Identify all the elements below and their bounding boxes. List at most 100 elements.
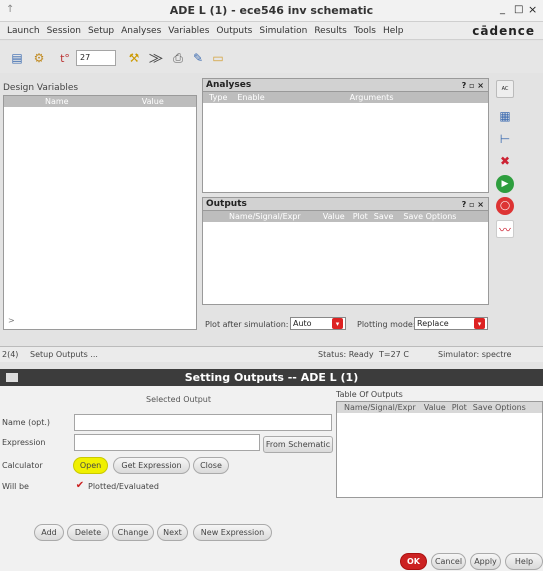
name-label: Name (opt.) [2, 418, 51, 427]
close-icon[interactable]: × [528, 3, 537, 16]
delete-button[interactable]: Delete [67, 524, 109, 541]
from-schematic-button[interactable]: From Schematic [263, 436, 333, 453]
print-icon[interactable]: ⎙ [169, 49, 187, 67]
plotting-mode-select[interactable]: Replace ▾ [414, 317, 488, 330]
dropdown-arrow-icon: ▾ [474, 318, 485, 329]
menu-help[interactable]: Help [383, 26, 404, 36]
table-scroll-arrow[interactable]: > [8, 316, 15, 325]
status-simulator: Simulator: spectre [438, 350, 512, 359]
minimize-icon[interactable]: _ [500, 4, 505, 15]
design-variables-table: Name Value > [3, 95, 197, 330]
design-variables-panel: Design Variables Name Value > [3, 79, 199, 332]
plotting-mode-label: Plotting mode: [357, 320, 416, 329]
status-message: Setup Outputs ... [30, 350, 98, 359]
selected-output-label: Selected Output [146, 395, 212, 404]
new-expression-button[interactable]: New Expression [193, 524, 272, 541]
table-of-outputs-label: Table Of Outputs [336, 390, 403, 399]
analyses-title: Analyses [206, 80, 252, 90]
dialog-title: Setting Outputs -- ADE L (1) [184, 371, 359, 384]
waveform-icon[interactable]: 〰 [496, 220, 514, 238]
plot-after-simulation-label: Plot after simulation: [205, 320, 289, 329]
menu-results[interactable]: Results [314, 26, 347, 36]
column-save-options[interactable]: Save Options [473, 403, 526, 412]
open-design-icon[interactable]: ▤ [8, 49, 26, 67]
outputs-columns: Name/Signal/Expr Value Plot Save Save Op… [203, 211, 488, 222]
column-enable[interactable]: Enable [237, 93, 264, 102]
menu-analyses[interactable]: Analyses [121, 26, 161, 36]
ok-button[interactable]: OK [400, 553, 427, 570]
menu-launch[interactable]: Launch [7, 26, 40, 36]
temperature-input[interactable]: 27 [76, 50, 116, 66]
add-button[interactable]: Add [34, 524, 64, 541]
status-ready: Status: Ready [318, 350, 374, 359]
menu-outputs[interactable]: Outputs [216, 26, 252, 36]
dropdown-arrow-icon: ▾ [332, 318, 343, 329]
stop-simulation-icon[interactable]: ◯ [496, 197, 514, 215]
apply-button[interactable]: Apply [470, 553, 501, 570]
analyses-panel: Analyses ? ▫ × Type Enable Arguments [202, 78, 489, 193]
column-name-signal-expr[interactable]: Name/Signal/Expr [344, 403, 416, 412]
plot-after-simulation-value: Auto [293, 319, 312, 328]
close-button[interactable]: Close [193, 457, 229, 474]
open-button[interactable]: Open [73, 457, 108, 474]
plotted-checkbox-icon[interactable]: ✔ [75, 480, 85, 491]
get-expression-button[interactable]: Get Expression [113, 457, 190, 474]
menu-setup[interactable]: Setup [88, 26, 114, 36]
ade-window-title: ADE L (1) - ece546 inv schematic [169, 4, 374, 17]
delete-icon[interactable]: ✖ [496, 152, 514, 170]
stateful-link-icon[interactable]: ⚙ [30, 49, 48, 67]
column-value[interactable]: Value [110, 97, 196, 106]
maximize-icon[interactable]: □ [514, 4, 523, 15]
next-button[interactable]: Next [157, 524, 188, 541]
column-plot[interactable]: Plot [353, 212, 368, 221]
setup-icon[interactable]: ⚒ [125, 49, 143, 67]
table-of-outputs: Name/Signal/Expr Value Plot Save Options [336, 401, 543, 498]
calculator-label: Calculator [2, 461, 43, 470]
cancel-button[interactable]: Cancel [431, 553, 466, 570]
column-value[interactable]: Value [323, 212, 345, 221]
analyses-header: Analyses ? ▫ × [203, 79, 488, 92]
outputs-panel: Outputs ? ▫ × Name/Signal/Expr Value Plo… [202, 197, 489, 305]
outputs-header: Outputs ? ▫ × [203, 198, 488, 211]
right-toolbar: AC ▦ ⊢ ✖ ▶ ◯ 〰 [493, 78, 517, 258]
column-name-signal-expr[interactable]: Name/Signal/Expr [229, 212, 301, 221]
plot-after-simulation-select[interactable]: Auto ▾ [290, 317, 346, 330]
column-arguments[interactable]: Arguments [350, 93, 394, 102]
outputs-title: Outputs [206, 199, 247, 209]
menu-simulation[interactable]: Simulation [259, 26, 307, 36]
menu-bar: Launch Session Setup Analyses Variables … [0, 22, 543, 40]
run-simulation-icon[interactable]: ▶ [496, 175, 514, 193]
panel-controls-icon[interactable]: ? ▫ × [462, 81, 484, 90]
column-save[interactable]: Save [374, 212, 394, 221]
change-button[interactable]: Change [112, 524, 154, 541]
status-temperature: T=27 C [379, 350, 409, 359]
expression-label: Expression [2, 438, 46, 447]
expression-input[interactable] [74, 434, 260, 451]
plotted-evaluated-label: Plotted/Evaluated [88, 482, 159, 491]
outputs-table-header: Name/Signal/Expr Value Plot Save Options [337, 402, 542, 413]
choose-analyses-icon[interactable]: AC [496, 80, 514, 98]
outputs-setup-icon[interactable]: ⊢ [496, 130, 514, 148]
analyses-columns: Type Enable Arguments [203, 92, 488, 103]
help-button[interactable]: Help [505, 553, 543, 570]
panel-controls-icon[interactable]: ? ▫ × [462, 200, 484, 209]
column-save-options[interactable]: Save Options [403, 212, 456, 221]
plotting-mode-value: Replace [417, 319, 449, 328]
edit-icon[interactable]: ✎ [189, 49, 207, 67]
name-input[interactable] [74, 414, 332, 431]
column-type[interactable]: Type [209, 93, 227, 102]
menu-tools[interactable]: Tools [354, 26, 376, 36]
design-variables-title: Design Variables [3, 83, 79, 93]
status-bar: 2(4) Setup Outputs ... Status: Ready T=2… [0, 346, 543, 362]
netlist-run-icon[interactable]: ⨠ [147, 49, 165, 67]
folder-icon[interactable]: ▭ [209, 49, 227, 67]
design-variables-header: Name Value [4, 96, 196, 107]
column-value[interactable]: Value [424, 403, 446, 412]
column-name[interactable]: Name [4, 97, 110, 106]
ade-title-bar: ↑ ADE L (1) - ece546 inv schematic _ □ × [0, 0, 543, 22]
menu-variables[interactable]: Variables [168, 26, 209, 36]
temperature-icon: t° [60, 51, 70, 65]
variables-icon[interactable]: ▦ [496, 107, 514, 125]
menu-session[interactable]: Session [47, 26, 81, 36]
column-plot[interactable]: Plot [452, 403, 467, 412]
